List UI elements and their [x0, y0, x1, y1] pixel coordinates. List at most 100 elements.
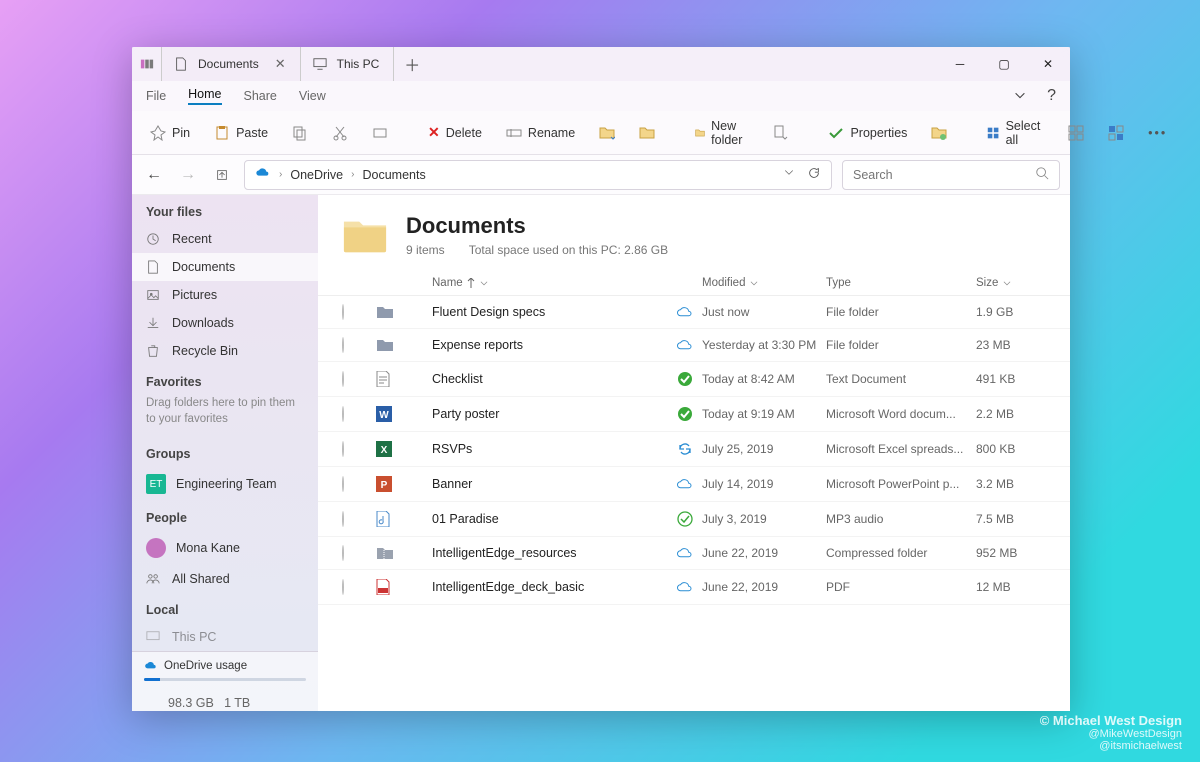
- file-row[interactable]: IntelligentEdge_deck_basicJune 22, 2019P…: [318, 570, 1070, 605]
- file-modified: Today at 8:42 AM: [702, 372, 826, 386]
- sync-status-icon: [668, 511, 702, 527]
- file-modified: July 14, 2019: [702, 477, 826, 491]
- pictures-icon: [146, 288, 162, 302]
- forward-button[interactable]: →: [176, 166, 200, 184]
- sidebar-item-downloads[interactable]: Downloads: [132, 309, 318, 337]
- file-modified: June 22, 2019: [702, 580, 826, 594]
- svg-text:P: P: [381, 480, 388, 491]
- downloads-icon: [146, 316, 162, 330]
- select-none-button[interactable]: [1060, 121, 1092, 145]
- sidebar: Your files Recent Documents Pictures Dow…: [132, 195, 318, 711]
- recycle-icon: [146, 344, 162, 358]
- main-content: Documents 9 items Total space used on th…: [318, 195, 1070, 711]
- file-explorer-window: Documents ✕ This PC ＋ ─ ▢ ✕ File Home Sh…: [132, 47, 1070, 711]
- more-button[interactable]: •••: [1140, 122, 1175, 144]
- search-box[interactable]: [842, 160, 1060, 190]
- sidebar-item-this-pc[interactable]: This PC: [132, 623, 318, 651]
- col-name[interactable]: Name: [432, 277, 668, 289]
- help-button[interactable]: ?: [1047, 87, 1056, 105]
- file-name: IntelligentEdge_resources: [432, 546, 668, 560]
- file-row[interactable]: PBannerJuly 14, 2019Microsoft PowerPoint…: [318, 467, 1070, 502]
- back-button[interactable]: ←: [142, 166, 166, 184]
- select-all-button[interactable]: Select all: [979, 115, 1052, 151]
- select-circle[interactable]: [342, 372, 376, 386]
- close-button[interactable]: ✕: [1026, 47, 1070, 81]
- cut-button[interactable]: [324, 121, 356, 145]
- file-row[interactable]: ChecklistToday at 8:42 AMText Document49…: [318, 362, 1070, 397]
- new-folder-button[interactable]: New folder: [687, 115, 756, 151]
- file-row[interactable]: XRSVPsJuly 25, 2019Microsoft Excel sprea…: [318, 432, 1070, 467]
- copy-to-button[interactable]: [631, 121, 663, 145]
- sync-status-icon: [668, 580, 702, 594]
- paste-button[interactable]: Paste: [206, 121, 276, 145]
- tab-this-pc[interactable]: This PC: [301, 47, 395, 81]
- file-type: Microsoft Excel spreads...: [826, 442, 976, 456]
- menu-home[interactable]: Home: [188, 87, 221, 105]
- minimize-button[interactable]: ─: [938, 47, 982, 81]
- col-type[interactable]: Type: [826, 277, 976, 289]
- sidebar-item-recent[interactable]: Recent: [132, 225, 318, 253]
- menu-view[interactable]: View: [299, 89, 326, 103]
- select-circle[interactable]: [342, 512, 376, 526]
- sync-status-icon: [668, 305, 702, 319]
- new-tab-button[interactable]: ＋: [394, 47, 430, 81]
- file-name: Party poster: [432, 407, 668, 421]
- open-button[interactable]: [923, 121, 955, 145]
- sidebar-item-team[interactable]: ETEngineering Team: [132, 467, 318, 501]
- move-to-button[interactable]: [591, 121, 623, 145]
- up-button[interactable]: [210, 168, 234, 182]
- select-circle[interactable]: [342, 477, 376, 491]
- chevron-down-icon[interactable]: [1013, 88, 1027, 105]
- invert-selection-button[interactable]: [1100, 121, 1132, 145]
- breadcrumb[interactable]: › OneDrive › Documents: [244, 160, 832, 190]
- pin-button[interactable]: Pin: [142, 121, 198, 145]
- file-row[interactable]: Fluent Design specsJust nowFile folder1.…: [318, 296, 1070, 329]
- col-size[interactable]: Size: [976, 277, 1046, 289]
- file-row[interactable]: Expense reportsYesterday at 3:30 PMFile …: [318, 329, 1070, 362]
- select-circle[interactable]: [342, 580, 376, 594]
- sidebar-item-recycle-bin[interactable]: Recycle Bin: [132, 337, 318, 365]
- select-circle[interactable]: [342, 407, 376, 421]
- menu-share[interactable]: Share: [244, 89, 277, 103]
- menu-file[interactable]: File: [146, 89, 166, 103]
- section-your-files: Your files: [132, 195, 318, 225]
- maximize-button[interactable]: ▢: [982, 47, 1026, 81]
- pc-icon: [311, 55, 329, 73]
- close-tab-icon[interactable]: ✕: [275, 56, 286, 72]
- new-item-button[interactable]: [764, 121, 796, 145]
- search-icon: [1035, 166, 1049, 183]
- delete-button[interactable]: ✕Delete: [420, 120, 490, 145]
- select-circle[interactable]: [342, 546, 376, 560]
- sidebar-item-documents[interactable]: Documents: [132, 253, 318, 281]
- file-type-icon: P: [376, 476, 394, 492]
- file-type: Compressed folder: [826, 546, 976, 560]
- copy-path-button[interactable]: [364, 121, 396, 145]
- rename-button[interactable]: Rename: [498, 121, 583, 145]
- document-icon: [146, 260, 162, 274]
- tab-documents[interactable]: Documents ✕: [162, 47, 301, 81]
- select-circle[interactable]: [342, 305, 376, 319]
- file-type-icon: [376, 371, 394, 387]
- file-row[interactable]: 01 ParadiseJuly 3, 2019MP3 audio7.5 MB: [318, 502, 1070, 537]
- copy-button[interactable]: [284, 121, 316, 145]
- file-size: 23 MB: [976, 338, 1046, 352]
- col-modified[interactable]: Modified: [702, 277, 826, 289]
- select-circle[interactable]: [342, 338, 376, 352]
- file-modified: July 25, 2019: [702, 442, 826, 456]
- team-badge: ET: [146, 474, 166, 494]
- select-circle[interactable]: [342, 442, 376, 456]
- sidebar-item-pictures[interactable]: Pictures: [132, 281, 318, 309]
- svg-text:X: X: [381, 445, 388, 456]
- chevron-down-icon[interactable]: [783, 166, 795, 183]
- section-groups: Groups: [132, 437, 318, 467]
- sidebar-item-all-shared[interactable]: All Shared: [132, 565, 318, 593]
- search-input[interactable]: [853, 168, 1035, 182]
- properties-button[interactable]: Properties: [820, 121, 915, 145]
- refresh-icon[interactable]: [807, 166, 821, 183]
- sync-status-icon: [668, 441, 702, 457]
- file-modified: Today at 9:19 AM: [702, 407, 826, 421]
- file-row[interactable]: WParty posterToday at 9:19 AMMicrosoft W…: [318, 397, 1070, 432]
- file-row[interactable]: IntelligentEdge_resourcesJune 22, 2019Co…: [318, 537, 1070, 570]
- file-type-icon: W: [376, 406, 394, 422]
- sidebar-item-person[interactable]: Mona Kane: [132, 531, 318, 565]
